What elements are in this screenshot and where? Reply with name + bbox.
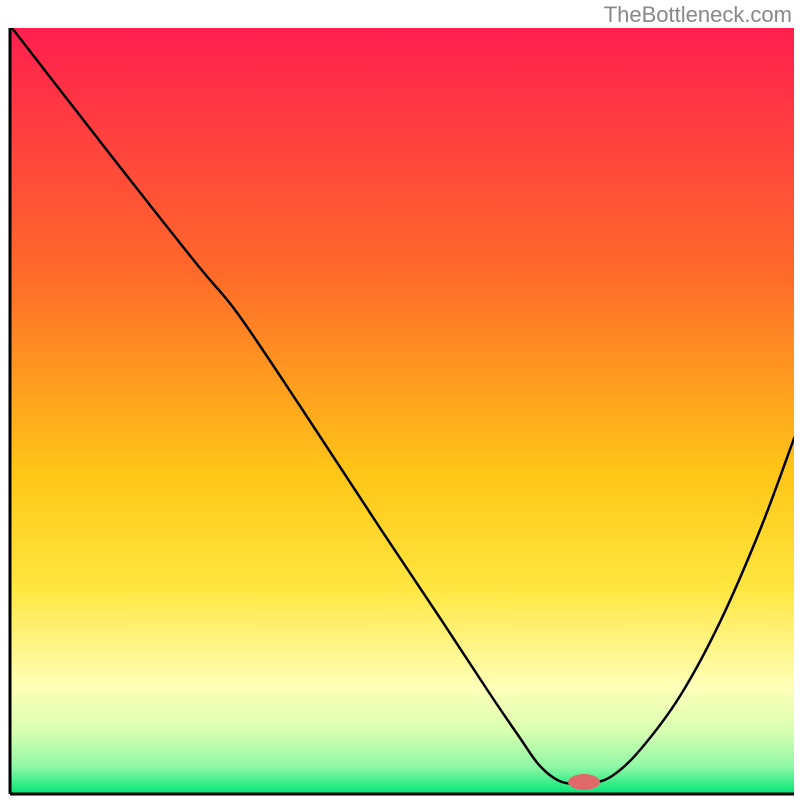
chart-svg <box>0 0 800 800</box>
bottleneck-chart: TheBottleneck.com <box>0 0 800 800</box>
optimum-marker <box>568 774 600 790</box>
gradient-background <box>10 28 794 794</box>
attribution-text: TheBottleneck.com <box>604 2 792 28</box>
